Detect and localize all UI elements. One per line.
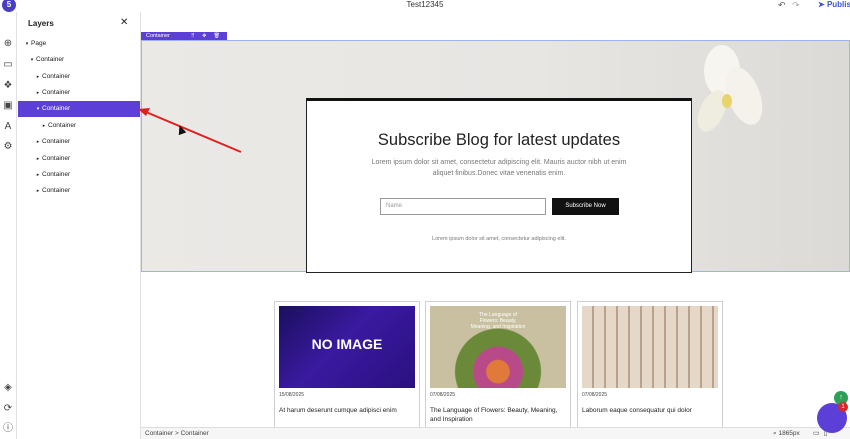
- redo-icon[interactable]: ↷: [792, 0, 800, 10]
- plus-circle-icon[interactable]: ⊕: [2, 38, 14, 50]
- chevron-right-icon[interactable]: ▸: [40, 118, 48, 134]
- document-title: Test12345: [406, 0, 444, 9]
- post-image: The Language of Flowers: Beauty, Meaning…: [430, 306, 566, 388]
- chat-badge: 1: [838, 402, 848, 412]
- layer-label: Page: [31, 40, 47, 47]
- rocket-icon: ➤: [818, 0, 825, 9]
- layer-label: Container: [36, 56, 65, 63]
- page-canvas[interactable]: Container ⠿ ✥ 🗑 Subscribe Blog for lates…: [141, 12, 850, 427]
- layer-label: Container: [42, 89, 71, 96]
- subscribe-footnote: Lorem ipsum dolor sit amet, consectetur …: [432, 236, 566, 242]
- canvas-width-value: 1865px: [778, 430, 800, 437]
- breadcrumb: Container > Container: [145, 428, 209, 439]
- layer-label: Container: [42, 105, 71, 112]
- desktop-icon[interactable]: ▭: [813, 430, 824, 437]
- post-image: [582, 306, 718, 388]
- flower-image: [697, 45, 763, 132]
- post-title[interactable]: At harum deserunt cumque adipisci enim: [279, 406, 417, 415]
- layer-label: Container: [42, 73, 71, 80]
- chevron-down-icon[interactable]: ▾: [23, 36, 31, 52]
- layer-item-container[interactable]: ▸ Container: [18, 151, 140, 167]
- layers-panel: Layers ✕ ▾ Page ▾ Container ▸ Container ▸ Co…: [17, 12, 141, 439]
- canvas-width[interactable]: ⌕ 1865px: [773, 428, 800, 439]
- sync-icon[interactable]: ⟳: [2, 403, 14, 415]
- layer-item-container-selected[interactable]: ▾ Container: [18, 101, 140, 117]
- layer-item-container[interactable]: ▸ Container: [18, 118, 140, 134]
- chevron-right-icon[interactable]: ▸: [34, 151, 42, 167]
- layer-item-container[interactable]: ▸ Container: [18, 167, 140, 183]
- layer-item-container[interactable]: ▸ Container: [18, 69, 140, 85]
- layer-label: Container: [42, 171, 71, 178]
- breadcrumb-separator: >: [175, 430, 179, 437]
- layer-item-page[interactable]: ▾ Page: [18, 36, 140, 52]
- chevron-down-icon[interactable]: ▾: [28, 52, 36, 68]
- post-date: 07/08/2025: [430, 392, 456, 398]
- rectangle-icon[interactable]: ▭: [2, 59, 14, 71]
- undo-icon[interactable]: ↶: [778, 0, 786, 10]
- chevron-right-icon[interactable]: ▸: [34, 183, 42, 199]
- chevron-right-icon[interactable]: ▸: [34, 85, 42, 101]
- breadcrumb-item[interactable]: Container: [145, 430, 173, 437]
- breadcrumb-item[interactable]: Container: [181, 430, 209, 437]
- image-caption: The Language of Flowers: Beauty, Meaning…: [470, 312, 526, 330]
- components-icon[interactable]: ❖: [2, 80, 14, 92]
- subscribe-card[interactable]: Subscribe Blog for latest updates Lorem …: [306, 98, 692, 273]
- chevron-right-icon[interactable]: ▸: [34, 167, 42, 183]
- publish-button[interactable]: ➤ Publis: [818, 0, 850, 10]
- name-input[interactable]: Name: [380, 198, 546, 215]
- editor-app: 5 Test12345 ↶ ↷ ➤ Publis ⊕ ▭ ❖ ▣ A ⚙ ◈ ⟳…: [0, 0, 850, 439]
- bottom-bar: Container > Container ⌕ 1865px ▭▯: [141, 427, 850, 439]
- subscribe-button[interactable]: Subscribe Now: [552, 198, 619, 215]
- post-image: NO IMAGE: [279, 306, 415, 388]
- selection-label: Container: [146, 33, 170, 39]
- no-image-label: NO IMAGE: [311, 336, 383, 352]
- layers-icon[interactable]: ◈: [2, 382, 14, 394]
- post-title[interactable]: The Language of Flowers: Beauty, Meaning…: [430, 406, 568, 424]
- chevron-right-icon[interactable]: ▸: [34, 69, 42, 85]
- layers-title: Layers: [28, 19, 54, 28]
- blog-card[interactable]: 07/08/2025 Laborum eaque consequatur qui…: [577, 301, 723, 427]
- search-icon: ⌕: [773, 430, 777, 437]
- info-icon[interactable]: ⓘ: [2, 423, 14, 435]
- layer-label: Container: [42, 138, 71, 145]
- layer-item-container[interactable]: ▸ Container: [18, 85, 140, 101]
- blog-card[interactable]: NO IMAGE 15/08/2025 At harum deserunt cu…: [274, 301, 420, 427]
- post-title[interactable]: Laborum eaque consequatur qui dolor: [582, 406, 720, 415]
- layer-item-container[interactable]: ▸ Container: [18, 134, 140, 150]
- pages-icon[interactable]: ▣: [2, 100, 14, 112]
- typography-icon[interactable]: A: [2, 121, 14, 133]
- publish-label: Publis: [826, 0, 850, 9]
- close-icon[interactable]: ✕: [120, 17, 128, 28]
- layer-label: Container: [42, 155, 71, 162]
- layer-item-container[interactable]: ▾ Container: [18, 52, 140, 68]
- left-icon-rail: ⊕ ▭ ❖ ▣ A ⚙ ◈ ⟳ ⓘ: [0, 12, 17, 439]
- layer-label: Container: [48, 122, 77, 129]
- layer-label: Container: [42, 187, 71, 194]
- blog-card[interactable]: The Language of Flowers: Beauty, Meaning…: [425, 301, 571, 427]
- chevron-down-icon[interactable]: ▾: [34, 101, 42, 117]
- top-bar: 5 Test12345 ↶ ↷ ➤ Publis: [0, 0, 850, 12]
- subscribe-heading: Subscribe Blog for latest updates: [377, 131, 621, 149]
- layer-item-container[interactable]: ▸ Container: [18, 183, 140, 199]
- gear-icon[interactable]: ⚙: [2, 141, 14, 153]
- post-date: 07/08/2025: [582, 392, 608, 398]
- subscribe-text: Lorem ipsum dolor sit amet, consectetur …: [371, 159, 627, 177]
- post-date: 15/08/2025: [279, 392, 305, 398]
- hero-section[interactable]: Subscribe Blog for latest updates Lorem …: [141, 40, 850, 273]
- chevron-right-icon[interactable]: ▸: [34, 134, 42, 150]
